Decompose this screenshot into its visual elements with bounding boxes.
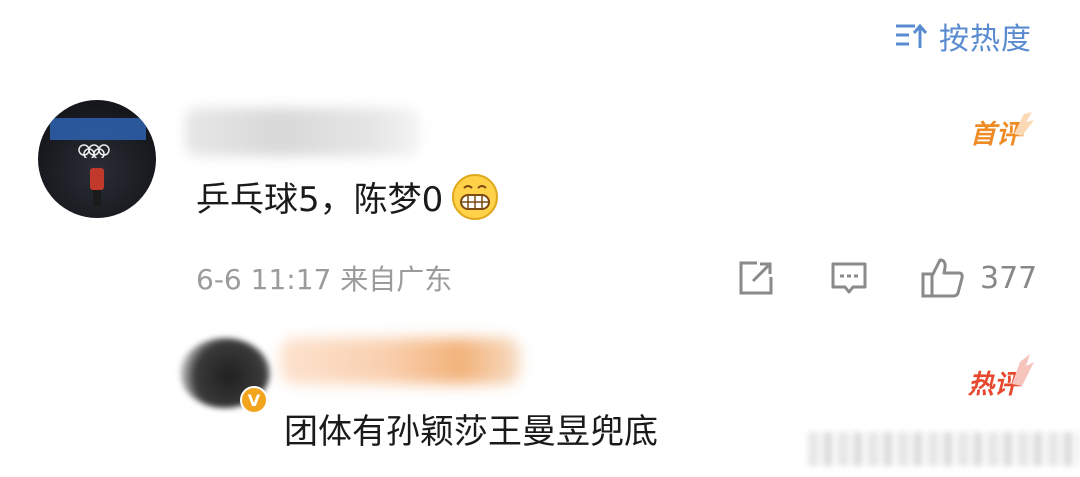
avatar-background-screen: [50, 118, 146, 140]
blurred-reply-username[interactable]: [280, 338, 520, 384]
comment-icon: [831, 262, 867, 294]
comment-meta: 6-6 11:17 来自广东: [196, 263, 453, 296]
verified-badge: V: [240, 386, 268, 414]
badge-flame-icon: [1014, 112, 1034, 136]
share-icon: [739, 261, 773, 295]
sort-icon: [896, 23, 928, 48]
share-button[interactable]: [735, 256, 777, 300]
commenter-avatar[interactable]: [38, 100, 156, 218]
sort-label: 按热度: [939, 22, 1032, 57]
comment-body: 乒乓球5，陈梦0: [196, 172, 499, 221]
like-button[interactable]: 377: [920, 256, 1037, 300]
comment-text: 乒乓球5，陈梦0: [196, 180, 444, 220]
sort-by-hot-button[interactable]: 按热度: [893, 16, 1032, 57]
like-icon: [921, 258, 964, 298]
reply-button[interactable]: [828, 256, 870, 300]
blurred-footer: [808, 432, 1080, 466]
hot-flame-icon: [1012, 354, 1034, 386]
blurred-username[interactable]: [185, 108, 420, 156]
olympic-rings-icon: [78, 144, 110, 158]
reply-text: 团体有孙颖莎王曼昱兜底: [284, 412, 658, 452]
avatar-player-figure: [90, 168, 104, 190]
grin-emoji: [452, 173, 499, 220]
like-count: 377: [980, 260, 1038, 296]
avatar-player-legs: [93, 190, 101, 206]
